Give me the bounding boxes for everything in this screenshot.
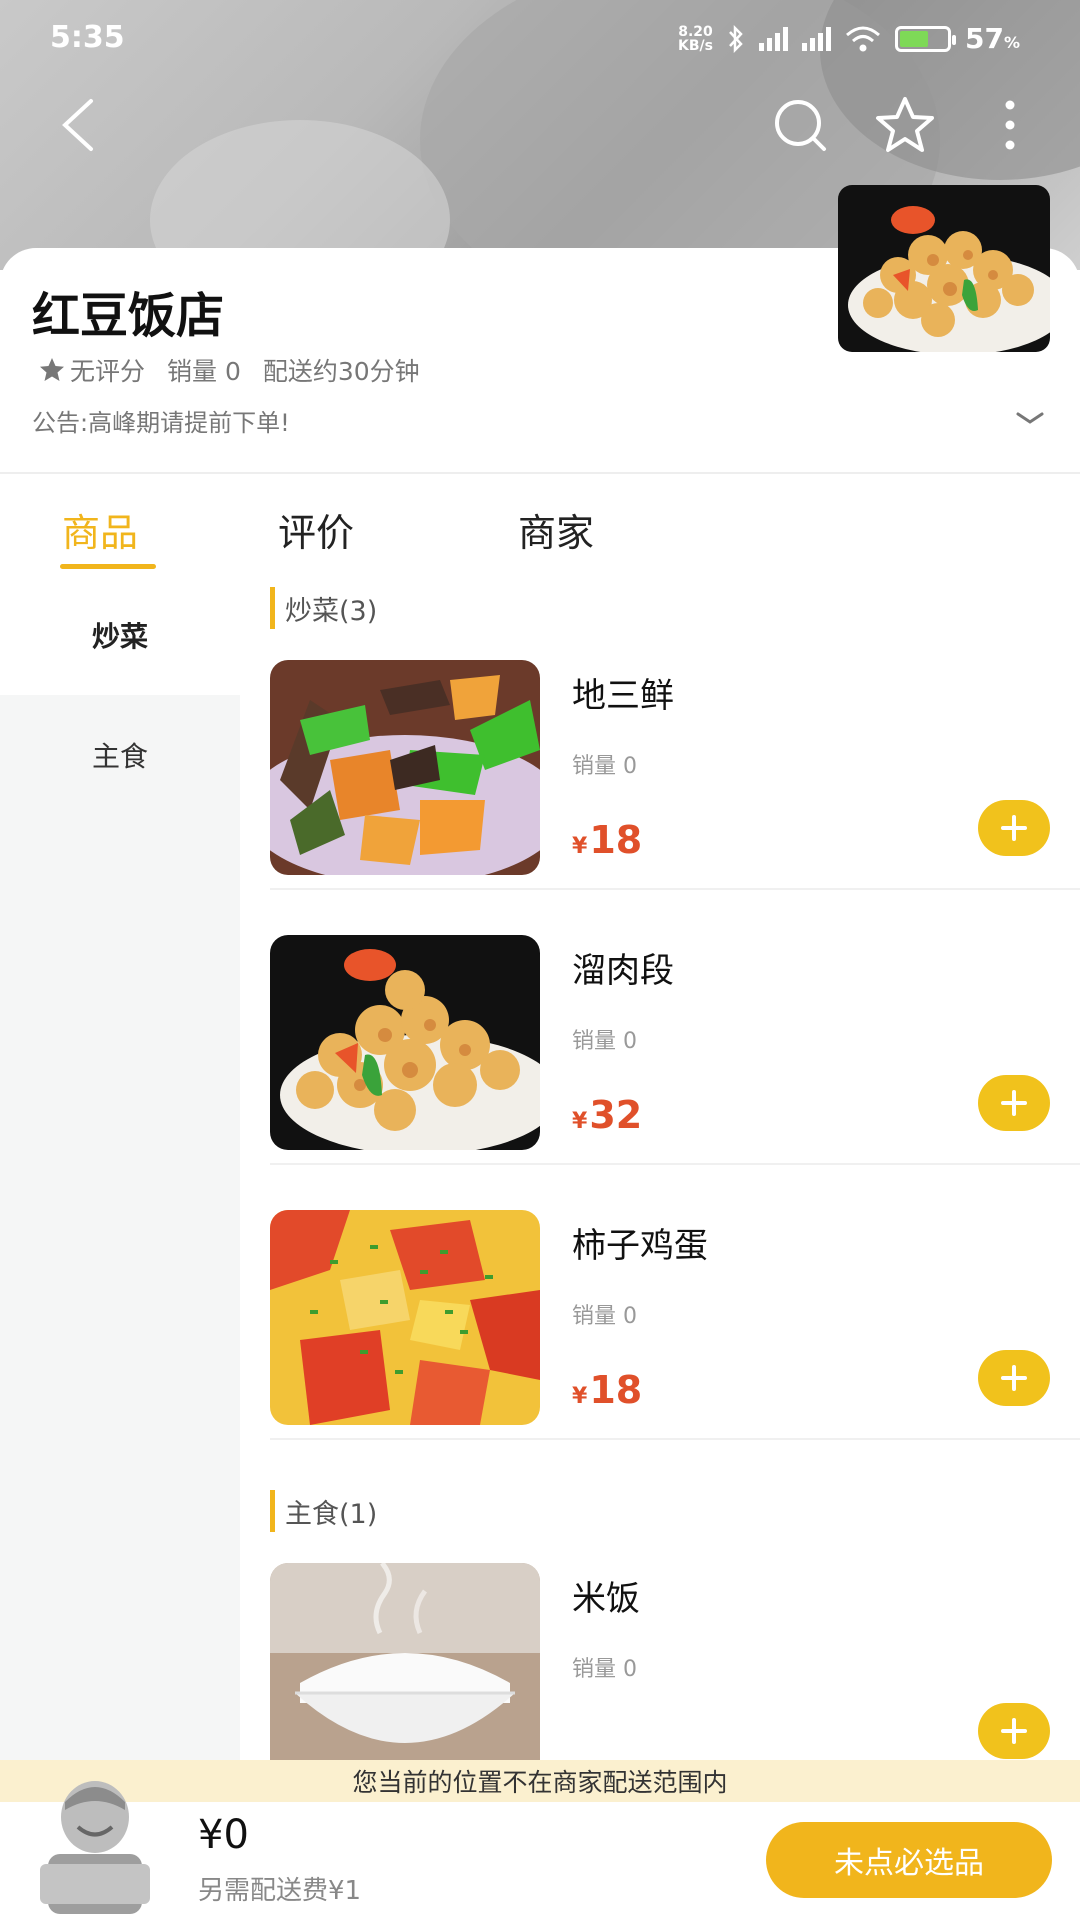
search-icon [775,100,826,151]
delivery-fee: 另需配送费¥1 [198,1876,362,1906]
dish-item[interactable]: 地三鲜 销量 0 ¥18 [270,640,1080,890]
dish-sales: 销量 0 [572,1304,637,1329]
dish-price: ¥18 [572,818,643,862]
sidebar-item-stir-fry[interactable]: 炒菜 [0,575,240,695]
status-time: 5:35 [50,20,125,55]
tab-reviews[interactable]: 评价 [278,502,354,557]
net-speed: 8.20 KB/s [678,23,713,54]
dish-image [270,660,540,875]
shop-name: 红豆饭店 [32,288,225,344]
battery-icon [895,25,956,52]
dish-name: 地三鲜 [572,676,674,716]
star-icon [876,97,934,152]
status-indicators: 8.20 KB/s 57% [678,22,1020,55]
dish-item[interactable]: 米饭 销量 0 [270,1543,1080,1760]
add-to-cart-button[interactable] [978,1350,1050,1406]
dish-image [270,1563,540,1760]
sidebar-item-staple[interactable]: 主食 [0,695,240,815]
cart-mascot-icon[interactable] [30,1772,160,1920]
cart-bar: ¥0 另需配送费¥1 未点必选品 [0,1781,1080,1920]
wifi-icon [846,26,880,51]
rating-star-icon [40,358,64,381]
favorite-button[interactable] [870,90,940,160]
signal-icon-2 [802,26,831,51]
divider [270,1438,1080,1440]
back-button[interactable] [42,90,112,160]
category-sidebar: 炒菜 主食 [0,575,240,1760]
dish-price: ¥18 [572,1368,643,1412]
dish-price: ¥32 [572,1093,643,1137]
shop-sales: 销量 0 [167,357,241,386]
plus-icon [1001,1718,1027,1744]
tab-active-indicator [60,564,156,569]
dish-image [270,935,540,1150]
dish-name: 柿子鸡蛋 [572,1226,708,1266]
shop-logo-image [838,185,1050,352]
dish-image [270,1210,540,1425]
divider [270,1163,1080,1165]
shop-notice: 公告:高峰期请提前下单! [32,409,290,437]
delivery-range-warning: 您当前的位置不在商家配送范围内 [0,1760,1080,1802]
dish-item[interactable]: 溜肉段 销量 0 ¥32 [270,915,1080,1165]
checkout-button[interactable]: 未点必选品 [766,1822,1052,1898]
tab-products[interactable]: 商品 [62,502,138,557]
back-arrow-icon [62,99,93,151]
search-button[interactable] [765,90,835,160]
plus-icon [1001,815,1027,841]
plus-icon [1001,1090,1027,1116]
chevron-down-icon[interactable] [1010,403,1050,433]
shop-rating: 无评分 [38,352,145,388]
shop-delivery-time: 配送约30分钟 [262,357,420,386]
dish-sales: 销量 0 [572,754,637,779]
category-header: 主食(1) [270,1490,377,1532]
shop-meta: 无评分 销量 0 配送约30分钟 [38,352,420,388]
cart-total: ¥0 [198,1812,249,1858]
divider [270,888,1080,890]
add-to-cart-button[interactable] [978,1075,1050,1131]
more-button[interactable] [975,90,1045,160]
battery-percent: 57% [965,22,1020,55]
dish-name: 溜肉段 [572,951,674,991]
signal-icon [759,26,788,51]
dish-sales: 销量 0 [572,1657,637,1682]
add-to-cart-button[interactable] [978,800,1050,856]
dish-list: 炒菜(3) 地三鲜 销量 0 ¥18 溜肉段 销量 0 ¥ 32 柿子鸡蛋 销量… [240,575,1080,1760]
more-vertical-icon [1005,100,1015,150]
tab-merchant[interactable]: 商家 [518,502,594,557]
dish-item[interactable]: 柿子鸡蛋 销量 0 ¥18 [270,1190,1080,1440]
dish-sales: 销量 0 [572,1029,637,1054]
bluetooth-icon [729,24,743,53]
dish-name: 米饭 [572,1579,640,1619]
status-bar: 5:35 8.20 KB/s 57% [0,0,1080,80]
add-to-cart-button[interactable] [978,1703,1050,1759]
tab-bar: 商品 评价 商家 [0,474,1080,579]
category-header: 炒菜(3) [270,587,377,629]
plus-icon [1001,1365,1027,1391]
